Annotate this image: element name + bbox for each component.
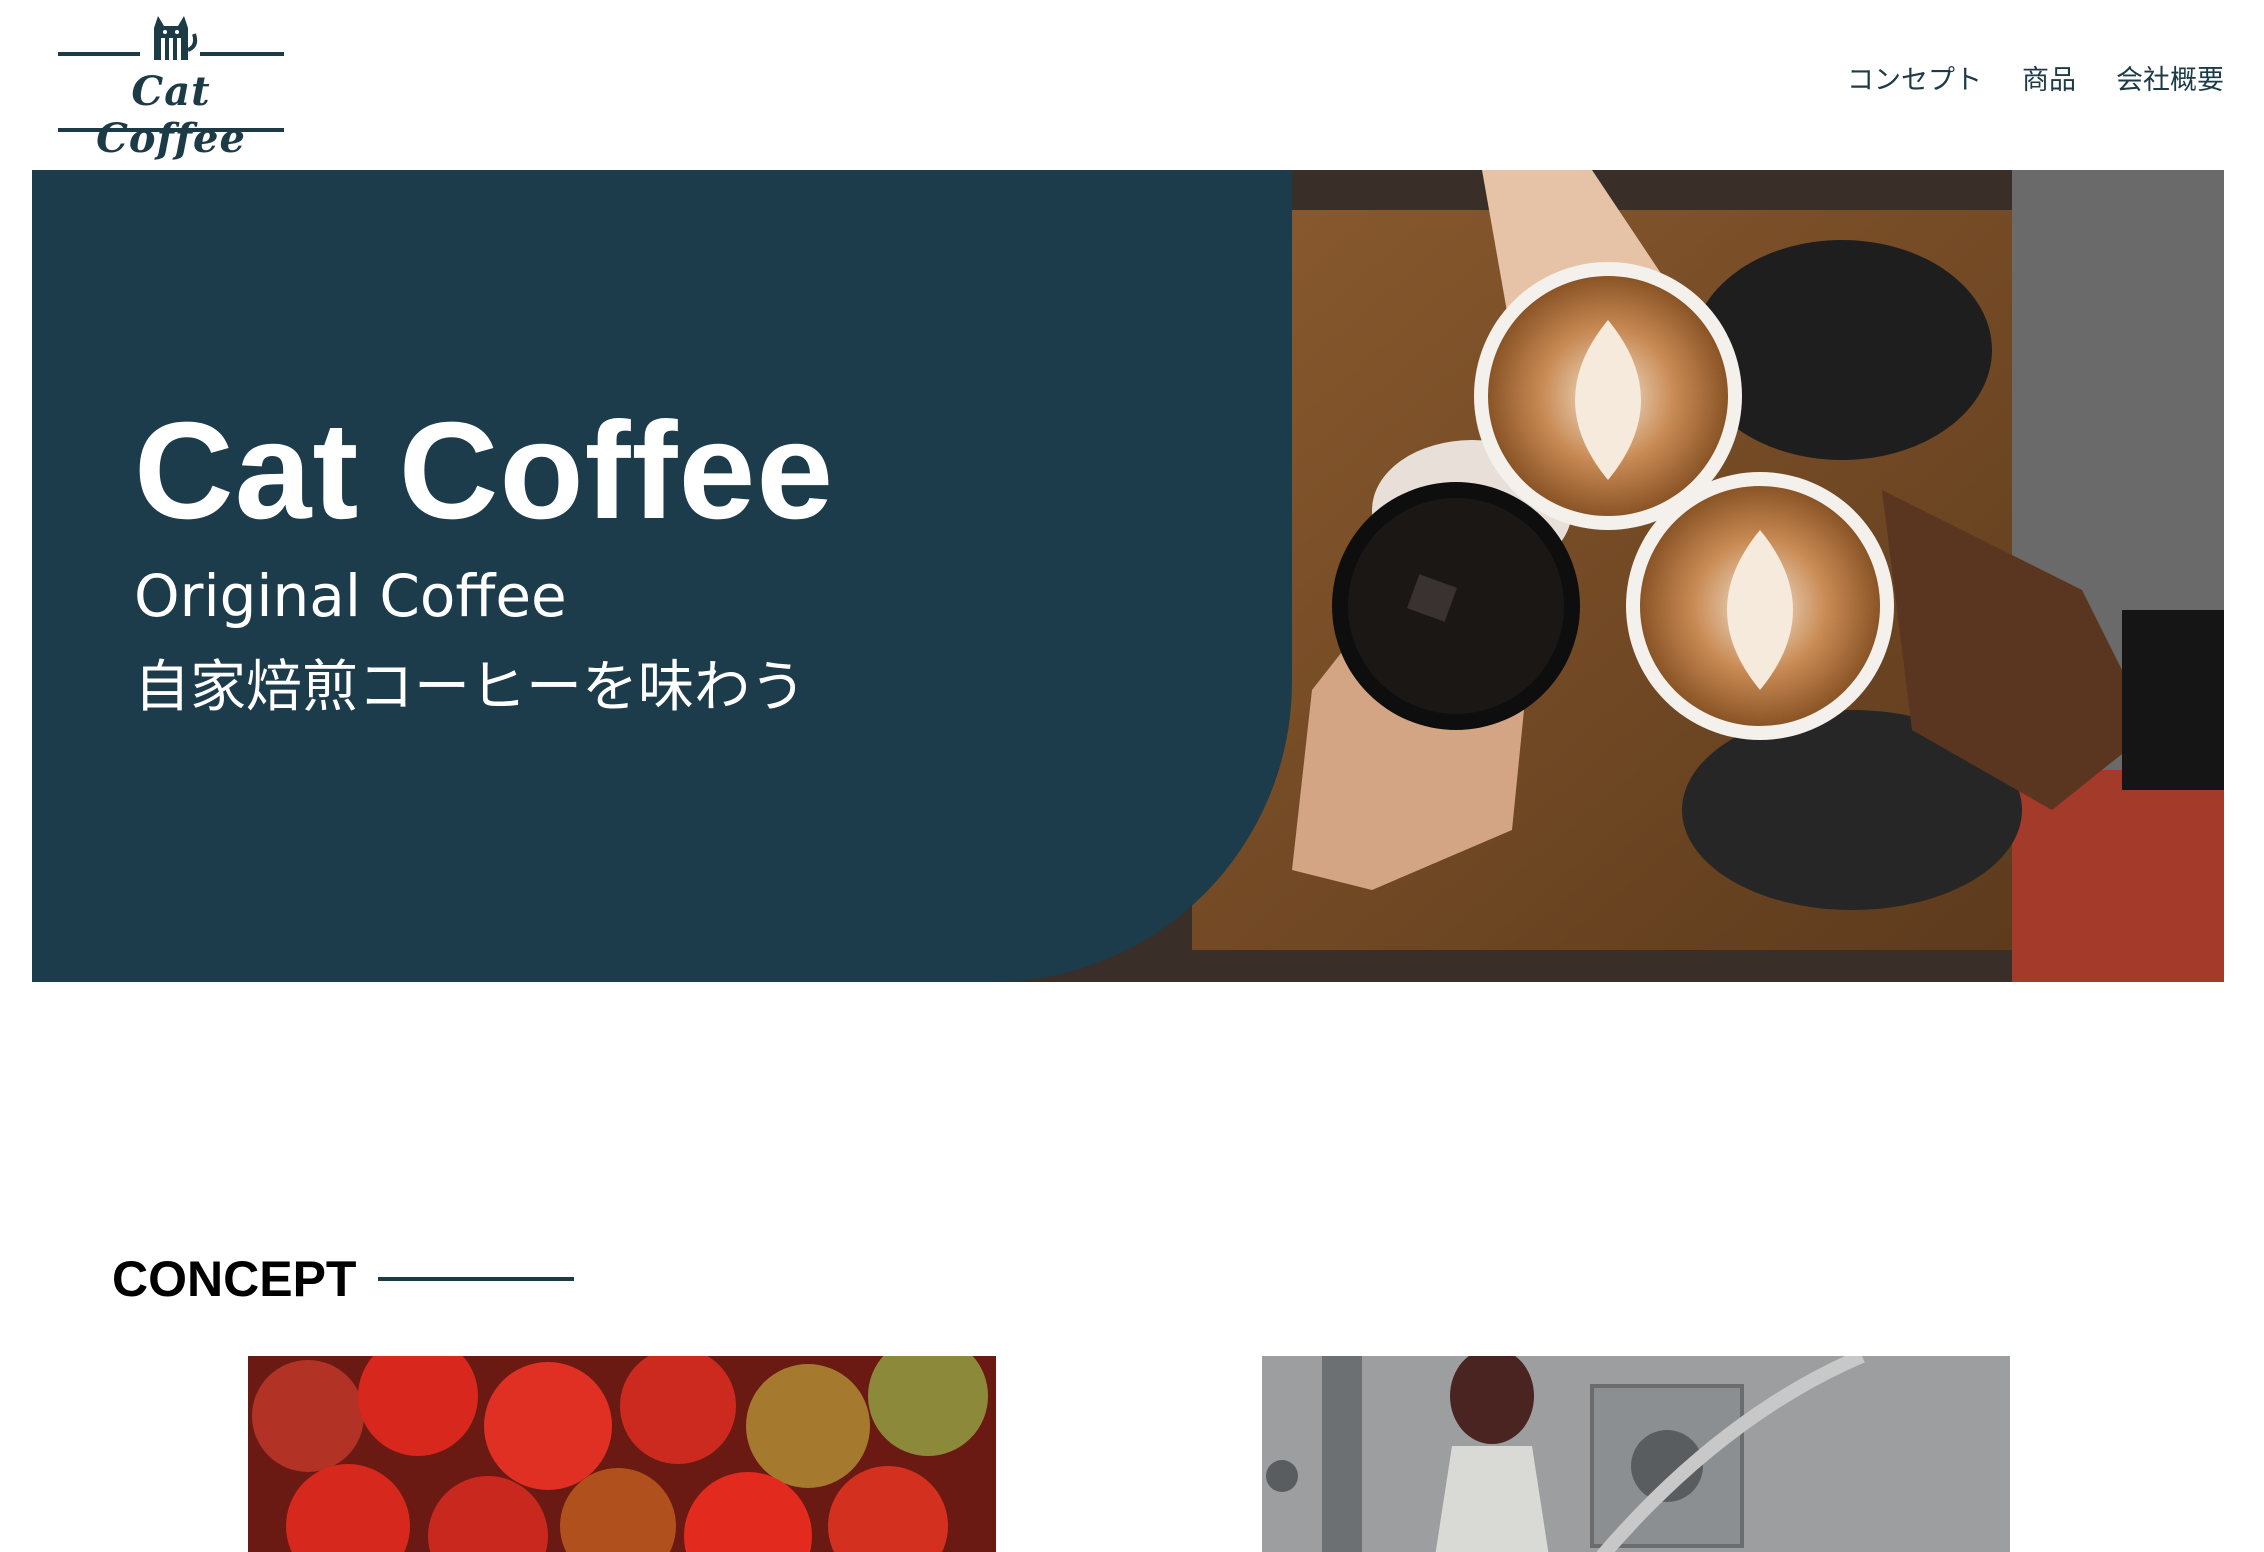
cat-icon [154,16,198,60]
logo[interactable]: Cat Coffee [58,10,284,162]
concept-title: CONCEPT [112,1251,357,1307]
logo-line-right [200,52,284,56]
concept-heading-rule [378,1277,575,1281]
hero-subtitle-en: Original Coffee [134,562,567,630]
site-header: Cat Coffee コンセプト 商品 会社概要 [0,0,2264,170]
logo-text: Cat Coffee [96,68,246,162]
concept-heading: CONCEPT [112,1250,575,1308]
coffee-roaster-photo [1262,1356,2010,1552]
hero-section: Cat Coffee Original Coffee 自家焙煎コーヒーを味わう [32,170,2224,982]
logo-line-bottom [58,128,284,132]
coffee-cherries-image [248,1356,996,1552]
nav-link-company[interactable]: 会社概要 [2116,58,2224,97]
logo-line-left [58,52,140,56]
nav-link-concept[interactable]: コンセプト [1847,58,1982,97]
nav-link-products[interactable]: 商品 [2022,58,2076,97]
main-nav: コンセプト 商品 会社概要 [1847,58,2224,97]
hero-subtitle-ja: 自家焙煎コーヒーを味わう [134,655,806,720]
hero-title: Cat Coffee [134,394,835,548]
coffee-roaster-image [1262,1356,2010,1552]
coffee-cherries-photo [248,1356,996,1552]
